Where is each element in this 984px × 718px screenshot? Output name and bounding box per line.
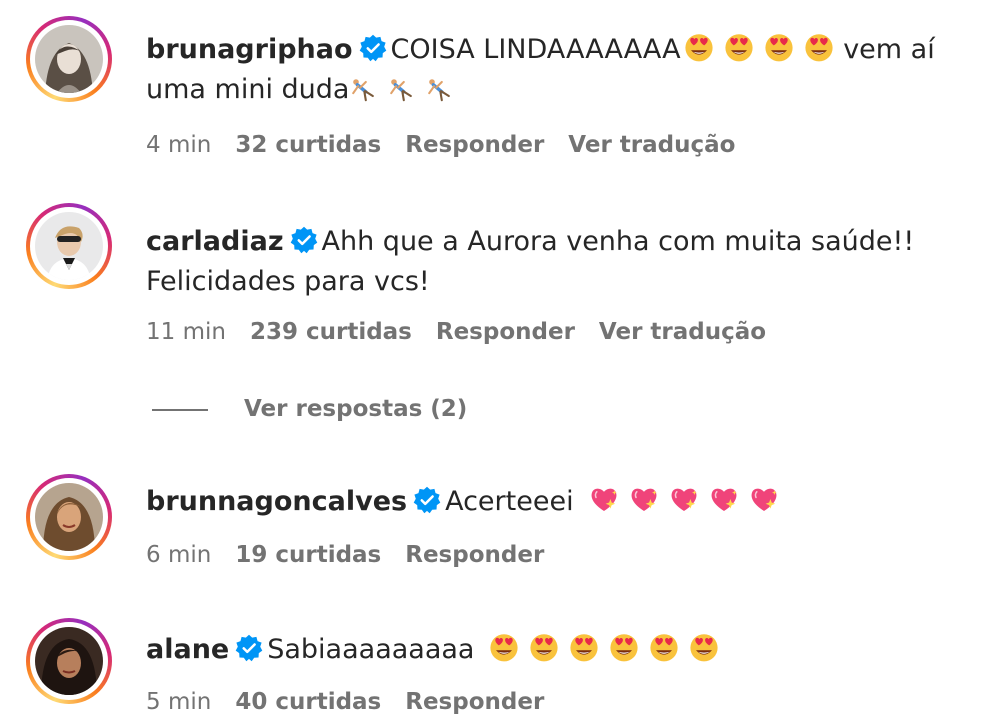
heart-eyes-emoji-icon	[763, 31, 795, 63]
reply-button[interactable]: Responder	[405, 132, 544, 158]
comment-body: brunnagoncalves Acerteeei	[146, 482, 966, 522]
comment-meta: 4 min 32 curtidas Responder Ver tradução	[146, 132, 759, 158]
likes-count[interactable]: 40 curtidas	[235, 689, 381, 715]
comment-time: 5 min	[146, 689, 212, 715]
heart-eyes-emoji-icon	[648, 631, 680, 663]
sparkling-heart-emoji-icon	[748, 483, 780, 515]
cartwheel-emoji-icon	[349, 75, 377, 103]
heart-eyes-emoji-icon	[688, 631, 720, 663]
comment-meta: 5 min 40 curtidas Responder	[146, 689, 568, 715]
verified-badge-icon	[290, 226, 318, 254]
cartwheel-emoji-icon	[387, 75, 415, 103]
comment-text: Acerteeei	[445, 486, 574, 517]
heart-eyes-emoji-icon	[608, 631, 640, 663]
comment-meta: 11 min 239 curtidas Responder Ver tradução	[146, 319, 790, 345]
reply-button[interactable]: Responder	[405, 689, 544, 715]
likes-count[interactable]: 239 curtidas	[250, 319, 412, 345]
reply-button[interactable]: Responder	[436, 319, 575, 345]
translate-button[interactable]: Ver tradução	[568, 132, 735, 158]
username[interactable]: brunagriphao	[146, 34, 353, 65]
likes-count[interactable]: 32 curtidas	[235, 132, 381, 158]
comment-time: 6 min	[146, 542, 212, 568]
view-replies-label[interactable]: Ver respostas (2)	[244, 396, 467, 422]
view-replies-button[interactable]: Ver respostas (2)	[152, 396, 467, 422]
comment-time: 11 min	[146, 319, 226, 345]
comment-body: brunagriphao COISA LINDAAAAAAA vem aí uma…	[146, 30, 966, 110]
heart-eyes-emoji-icon	[723, 31, 755, 63]
verified-badge-icon	[235, 634, 263, 662]
username[interactable]: alane	[146, 634, 229, 665]
divider	[152, 408, 208, 411]
avatar[interactable]	[26, 618, 112, 704]
heart-eyes-emoji-icon	[488, 631, 520, 663]
comment-body: alane Sabiaaaaaaaaa	[146, 630, 966, 670]
avatar-photo	[35, 212, 103, 280]
comment-body: carladiaz Ahh que a Aurora venha com muit…	[146, 222, 956, 302]
sparkling-heart-emoji-icon	[668, 483, 700, 515]
avatar[interactable]	[26, 474, 112, 560]
avatar-photo	[35, 627, 103, 695]
avatar[interactable]	[26, 16, 112, 102]
likes-count[interactable]: 19 curtidas	[235, 542, 381, 568]
heart-eyes-emoji-icon	[683, 31, 715, 63]
username[interactable]: brunnagoncalves	[146, 486, 407, 517]
verified-badge-icon	[413, 486, 441, 514]
avatar[interactable]	[26, 203, 112, 289]
heart-eyes-emoji-icon	[568, 631, 600, 663]
heart-eyes-emoji-icon	[528, 631, 560, 663]
username[interactable]: carladiaz	[146, 226, 284, 257]
comment-text: Sabiaaaaaaaaa	[267, 634, 475, 665]
sparkling-heart-emoji-icon	[628, 483, 660, 515]
heart-eyes-emoji-icon	[803, 31, 835, 63]
comment-meta: 6 min 19 curtidas Responder	[146, 542, 568, 568]
verified-badge-icon	[359, 34, 387, 62]
avatar-photo	[35, 483, 103, 551]
reply-button[interactable]: Responder	[405, 542, 544, 568]
avatar-photo	[35, 25, 103, 93]
sparkling-heart-emoji-icon	[588, 483, 620, 515]
comment-text: COISA LINDAAAAAAA	[390, 34, 681, 65]
comment-time: 4 min	[146, 132, 212, 158]
cartwheel-emoji-icon	[425, 75, 453, 103]
sparkling-heart-emoji-icon	[708, 483, 740, 515]
translate-button[interactable]: Ver tradução	[599, 319, 766, 345]
